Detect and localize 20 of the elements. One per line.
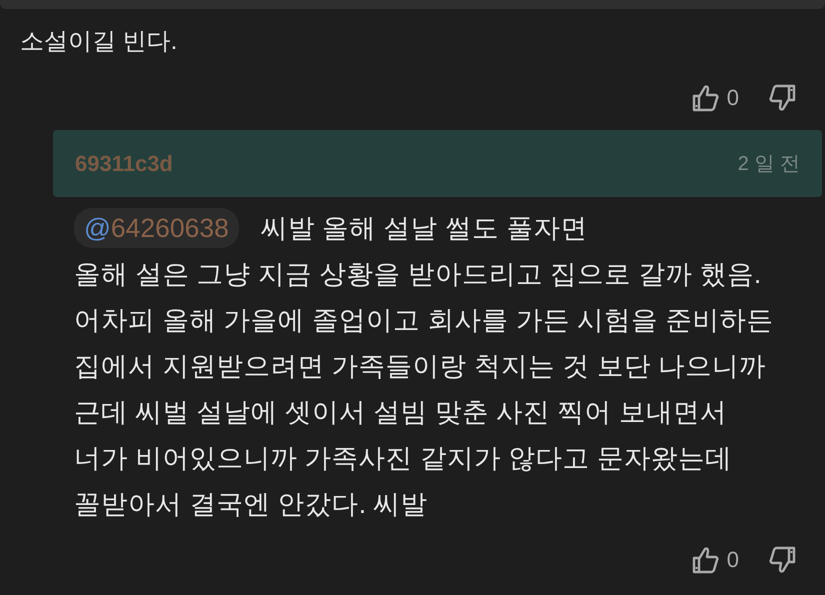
reply-text-line: 씨발 올해 설날 썰도 풀자면 — [260, 213, 588, 243]
dislike-button[interactable] — [769, 82, 797, 112]
thumbs-up-icon — [690, 82, 719, 112]
reply-text-line: 올해 설은 그냥 지금 상황을 받아드리고 집으로 갈까 했음. — [74, 258, 762, 291]
reply-text-line: 너가 비어있으니까 가족사진 같지가 않다고 문자왔는데 — [74, 442, 732, 475]
thumbs-down-icon — [769, 82, 797, 112]
like-button[interactable] — [690, 544, 719, 574]
reply-text-line: 어차피 올해 가을에 졸업이고 회사를 가든 시험을 준비하든 — [74, 304, 774, 337]
thumbs-down-icon — [769, 544, 797, 574]
comment-text: 소설이길 빈다. — [19, 27, 178, 57]
timestamp: 2 일 전 — [738, 152, 800, 176]
reply-text-line: 꼴받아서 결국엔 안갔다. 씨발 — [74, 488, 428, 521]
reply-text-line: 근데 씨벌 설날에 셋이서 설빔 맞춘 사진 찍어 보내면서 — [74, 396, 727, 429]
thumbs-up-icon — [690, 544, 719, 574]
like-count: 0 — [726, 546, 739, 574]
dislike-button[interactable] — [769, 544, 797, 574]
reply-text-line: 집에서 지원받으려면 가족들이랑 척지는 것 보단 나으니까 — [74, 350, 766, 383]
like-count: 0 — [726, 84, 739, 112]
like-button[interactable] — [690, 82, 719, 112]
mention-tag[interactable]: @64260638 — [74, 208, 239, 248]
